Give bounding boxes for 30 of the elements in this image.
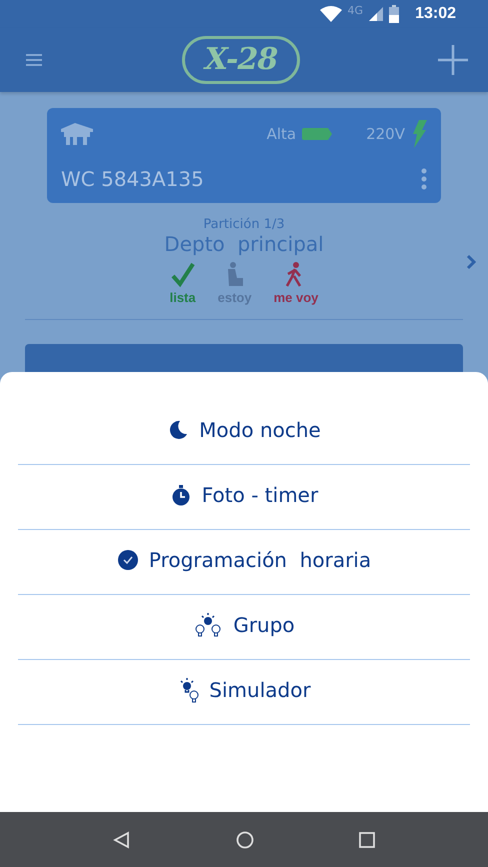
menu-item[interactable]: Foto - timer [18,465,470,530]
menu-item[interactable]: Modo noche [18,400,470,465]
partition-name: Depto principal [164,232,324,256]
stopwatch-icon [170,484,192,506]
device-name: WC 5843A135 [61,167,204,192]
clock-icon [116,549,139,571]
wifi-icon [320,6,342,22]
home-icon[interactable] [236,830,254,848]
partition-counter: Partición 1/3 [203,217,285,232]
power-voltage: 220V [366,125,405,143]
menu-item[interactable]: Programación horaria [18,530,470,595]
signal-icon [369,7,384,21]
light-bulbs-icon [193,612,224,638]
menu-item[interactable]: Grupo [18,595,470,660]
house-icon [61,123,93,145]
chevron-right-icon[interactable] [466,254,476,270]
battery-icon [302,128,332,140]
network-type: 4G [348,4,364,17]
menu-icon[interactable] [24,53,44,67]
menu-item[interactable]: Simulador [18,660,470,725]
back-icon[interactable] [112,830,131,848]
clock-time: 13:02 [415,5,456,23]
app-logo: X-28 [182,36,300,84]
add-icon[interactable] [438,45,468,75]
recents-icon[interactable] [359,832,376,848]
battery-icon [389,5,400,23]
lightning-icon [411,120,427,148]
moon-icon [167,419,190,441]
more-icon[interactable] [421,168,427,190]
battery-status: Alta [266,125,296,143]
